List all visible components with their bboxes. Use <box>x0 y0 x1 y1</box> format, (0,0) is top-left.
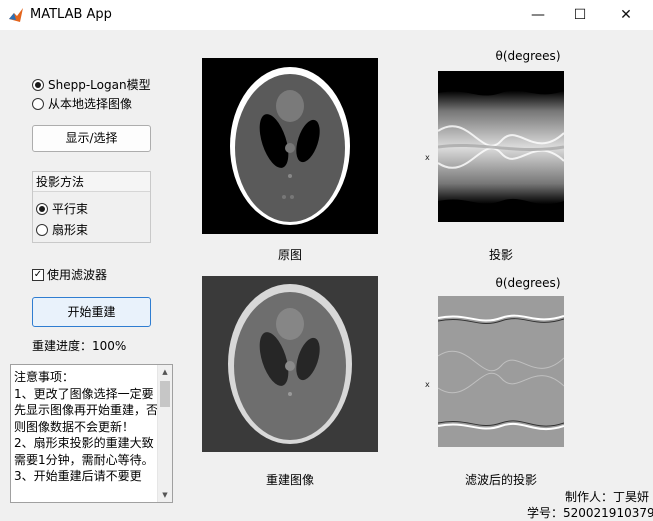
close-button[interactable]: ✕ <box>603 0 649 30</box>
maximize-button[interactable]: ☐ <box>557 0 603 30</box>
use-filter-checkbox[interactable]: ✓ 使用滤波器 <box>32 266 107 283</box>
use-filter-label: 使用滤波器 <box>47 268 108 282</box>
notes-scrollbar[interactable]: ▲ ▼ <box>157 365 172 502</box>
radio-shepp-logan[interactable]: Shepp-Logan模型 <box>32 76 151 93</box>
minimize-button[interactable]: — <box>515 0 561 30</box>
scroll-down-icon[interactable]: ▼ <box>158 488 172 502</box>
window-title: MATLAB App <box>30 7 112 22</box>
matlab-logo-icon <box>9 8 23 22</box>
author-credit: 制作人：丁昊妍 <box>565 490 650 504</box>
filtered-ylabel: x <box>425 380 430 389</box>
reconstructed-image <box>202 276 378 452</box>
radio-selected-icon <box>32 78 44 91</box>
sinogram-title: θ(degrees) <box>495 49 561 63</box>
scroll-up-icon[interactable]: ▲ <box>158 365 172 379</box>
reconstructed-caption: 重建图像 <box>265 473 314 487</box>
reconstruct-progress: 重建进度：100% <box>32 339 127 353</box>
filtered-caption: 滤波后的投影 <box>464 473 537 487</box>
radio-local-image-label: 从本地选择图像 <box>48 97 133 111</box>
radio-fan-beam[interactable]: 扇形束 <box>36 221 88 238</box>
notes-text: 注意事项： 1、更改了图像选择一定要先显示图像再开始重建，否则图像数据不会更新！… <box>14 370 159 483</box>
sinogram-caption: 投影 <box>488 248 513 262</box>
start-reconstruct-button[interactable]: 开始重建 <box>32 297 151 327</box>
radio-unselected-icon <box>36 223 48 236</box>
sinogram-ylabel: x <box>425 153 430 162</box>
checkmark-icon: ✓ <box>32 268 44 281</box>
sinogram-image <box>438 71 564 222</box>
student-id: 学号：520021910379 <box>527 506 653 520</box>
filtered-title: θ(degrees) <box>495 276 561 290</box>
original-caption: 原图 <box>277 248 302 262</box>
radio-parallel-beam-label: 平行束 <box>52 202 89 216</box>
filtered-projection-image <box>438 296 564 447</box>
original-image <box>202 58 378 234</box>
radio-shepp-logan-label: Shepp-Logan模型 <box>48 78 151 92</box>
title-bar: MATLAB App — ☐ ✕ <box>0 0 653 30</box>
radio-fan-beam-label: 扇形束 <box>52 223 89 237</box>
projection-method-title: 投影方法 <box>33 172 150 192</box>
radio-unselected-icon <box>32 97 44 110</box>
show-select-button[interactable]: 显示/选择 <box>32 125 151 152</box>
radio-local-image[interactable]: 从本地选择图像 <box>32 95 132 112</box>
scroll-thumb[interactable] <box>160 381 170 407</box>
radio-parallel-beam[interactable]: 平行束 <box>36 200 88 217</box>
radio-selected-icon <box>36 202 48 215</box>
notes-textarea[interactable]: 注意事项： 1、更改了图像选择一定要先显示图像再开始重建，否则图像数据不会更新！… <box>10 364 173 503</box>
